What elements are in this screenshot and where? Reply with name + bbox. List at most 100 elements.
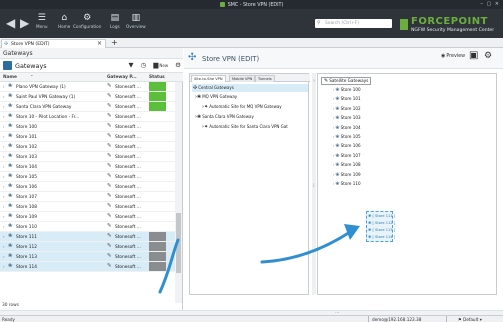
expand-icon[interactable]: ›	[3, 264, 5, 269]
filter-icon[interactable]: ▼	[129, 61, 134, 69]
column-header-status[interactable]: Status	[149, 75, 165, 80]
table-row[interactable]: › ❀ Saint Paul VPN Gateway (1) ✎ Stonesoft .…	[0, 92, 175, 102]
table-row[interactable]: › ❀ Store 113 ✎ Stonesoft ...	[0, 252, 175, 262]
gateway-profile-icon: ✎	[107, 93, 112, 99]
logs-button[interactable]: ▤ Logs	[110, 13, 120, 29]
splitter-grip-icon[interactable]: ⁞	[313, 183, 315, 189]
expand-icon[interactable]: ›	[3, 254, 5, 259]
table-row[interactable]: › ❀ Store 109 ✎ Stonesoft ...	[0, 212, 175, 222]
table-row[interactable]: › ❀ Store 112 ✎ Stonesoft ...	[0, 242, 175, 252]
satellite-gateway-item[interactable]: ›❀Store 109	[333, 172, 361, 178]
tab-site-to-site-vpn[interactable]: Site-to-Site VPN	[191, 75, 226, 82]
expand-icon[interactable]: ›	[3, 144, 5, 149]
expand-icon[interactable]: ›	[3, 174, 5, 179]
panel-splitter[interactable]: › ⁞	[312, 73, 316, 295]
satellite-gateway-item[interactable]: ›❀Store 108	[333, 162, 361, 168]
menu-button[interactable]: ☰ Menu	[36, 13, 48, 29]
gateway-profile-icon: ✎	[107, 113, 112, 119]
expand-right-icon[interactable]: ›	[313, 78, 315, 84]
gear-icon[interactable]: ⚙	[484, 51, 492, 61]
gear-icon[interactable]: ⚙	[175, 61, 181, 69]
gateways-list-header: Gateways ▼ ◷ ▆New ⚙	[0, 59, 183, 73]
satellite-gateway-item[interactable]: ›❀Store 106	[333, 143, 361, 149]
tree-node[interactable]: ›✦Automatic Site for Santa Clara VPN Gat	[202, 124, 288, 130]
column-header-name[interactable]: Name	[3, 75, 17, 80]
table-row[interactable]: › ❀ Plano VPN Gateway (1) ✎ Stonesoft ...	[0, 82, 175, 92]
expand-icon[interactable]: ›	[3, 204, 5, 209]
satellite-gateways-node[interactable]: ✎Satellite Gateways	[321, 77, 372, 85]
table-row[interactable]: › ❀ Store 108 ✎ Stonesoft ...	[0, 202, 175, 212]
satellite-gateway-item[interactable]: ›❀Store 107	[333, 153, 361, 159]
gateway-profile: Stonesoft ...	[115, 264, 141, 270]
table-row[interactable]: › ❀ Store 102 ✎ Stonesoft ...	[0, 142, 175, 152]
history-icon[interactable]: ◷	[141, 61, 147, 69]
preview-button[interactable]: ◉Preview	[441, 53, 465, 59]
overview-button[interactable]: ▥ Overview	[126, 13, 146, 29]
home-button[interactable]: ⌂ Home	[58, 13, 70, 29]
table-row[interactable]: › ❀ Store 111 ✎ Stonesoft ...	[0, 232, 175, 242]
expand-icon[interactable]: ›	[3, 84, 5, 89]
expand-icon[interactable]: ›	[3, 124, 5, 129]
table-row[interactable]: › ❀ Store 110 ✎ Stonesoft ...	[0, 222, 175, 232]
table-row[interactable]: › ❀ Store 10 - Pilot Location - Fr... ✎ Ston…	[0, 112, 175, 122]
satellite-gateway-item[interactable]: ›❀Store 103	[333, 115, 361, 121]
table-row[interactable]: › ❀ Store 106 ✎ Stonesoft ...	[0, 182, 175, 192]
table-row[interactable]: › ❀ Store 107 ✎ Stonesoft ...	[0, 192, 175, 202]
status-domain[interactable]: ⚑ Default ▾	[458, 317, 482, 322]
vpn-topology-tree: Site-to-Site VPN Mobile VPN Tunnels ✣Cen…	[189, 73, 310, 295]
satellite-gateway-item[interactable]: ›❀Store 110	[333, 181, 361, 187]
expand-icon[interactable]: ›	[3, 154, 5, 159]
new-tab-button[interactable]: +	[111, 38, 118, 47]
configuration-button[interactable]: ⚙ Configuration	[73, 13, 101, 29]
gateway-name: Store 100	[16, 124, 37, 130]
expand-icon[interactable]: ›	[3, 244, 5, 249]
expand-icon[interactable]: ›	[3, 114, 5, 119]
drop-item: ❀ [ Store 112 ]	[368, 220, 396, 225]
gateway-profile: Stonesoft ...	[115, 214, 141, 220]
close-tab-icon[interactable]: ×	[97, 40, 102, 47]
tree-node[interactable]: ›❀MQ VPN Gateway	[195, 94, 237, 100]
table-row[interactable]: › ❀ Store 103 ✎ Stonesoft ...	[0, 152, 175, 162]
save-icon[interactable]: ▣	[469, 50, 478, 61]
app-icon	[219, 2, 225, 7]
central-gateways-node[interactable]: ✣Central Gateways	[192, 84, 308, 92]
tree-node[interactable]: ›❀Santa Clara VPN Gateway	[195, 114, 254, 120]
expand-icon[interactable]: ›	[3, 194, 5, 199]
table-row[interactable]: › ❀ Store 101 ✎ Stonesoft ...	[0, 132, 175, 142]
gateway-name: Santa Clara VPN Gateway	[16, 104, 72, 110]
satellite-gateway-item[interactable]: ›❀Store 102	[333, 106, 361, 112]
status-indicator	[149, 212, 166, 221]
table-row[interactable]: › ❀ Store 104 ✎ Stonesoft ...	[0, 162, 175, 172]
expand-icon[interactable]: ›	[3, 234, 5, 239]
logo-mark	[400, 19, 408, 30]
scrollbar-thumb[interactable]	[176, 213, 181, 273]
tree-node[interactable]: ›✦Automatic Site for MQ VPN Gateway	[202, 104, 282, 110]
satellite-gateway-item[interactable]: ›❀Store 105	[333, 134, 361, 140]
expand-icon[interactable]: ›	[3, 134, 5, 139]
back-arrow-icon[interactable]: ◀	[6, 16, 15, 30]
table-row[interactable]: › ❀ Store 100 ✎ Stonesoft ...	[0, 122, 175, 132]
satellite-gateway-item[interactable]: ›❀Store 104	[333, 125, 361, 131]
forward-arrow-icon[interactable]: ▶	[20, 16, 29, 30]
search-box[interactable]: ⚲ Search (Ctrl+F)	[315, 19, 392, 28]
expand-icon[interactable]: ›	[3, 94, 5, 99]
tab-tunnels[interactable]: Tunnels	[255, 75, 275, 82]
satellite-gateway-item[interactable]: ›❀Store 100	[333, 87, 361, 93]
satellite-gateway-item[interactable]: ›❀Store 101	[333, 96, 361, 102]
drop-item: ❀ [ Store 113 ]	[368, 227, 396, 232]
new-element-button[interactable]: ▆New	[153, 61, 168, 69]
expand-icon[interactable]: ›	[3, 224, 5, 229]
expand-icon[interactable]: ›	[3, 104, 5, 109]
tab-strip: ✣ Store VPN (EDIT) ×	[0, 38, 503, 48]
column-header-gateway-profile[interactable]: Gateway P...	[107, 75, 137, 80]
table-row[interactable]: › ❀ Santa Clara VPN Gateway ✎ Stonesoft ...	[0, 102, 175, 112]
gateways-scrollbar[interactable]	[175, 82, 182, 303]
expand-icon[interactable]: ›	[3, 164, 5, 169]
tab-mobile-vpn[interactable]: Mobile VPN	[229, 75, 256, 82]
expand-icon[interactable]: ›	[3, 184, 5, 189]
window-controls[interactable]: – ▢ ×	[480, 1, 500, 7]
table-row[interactable]: › ❀ Store 114 ✎ Stonesoft ...	[0, 262, 175, 272]
tab-store-vpn-edit[interactable]: ✣ Store VPN (EDIT) ×	[1, 39, 106, 48]
expand-icon[interactable]: ›	[3, 214, 5, 219]
table-row[interactable]: › ❀ Store 105 ✎ Stonesoft ...	[0, 172, 175, 182]
